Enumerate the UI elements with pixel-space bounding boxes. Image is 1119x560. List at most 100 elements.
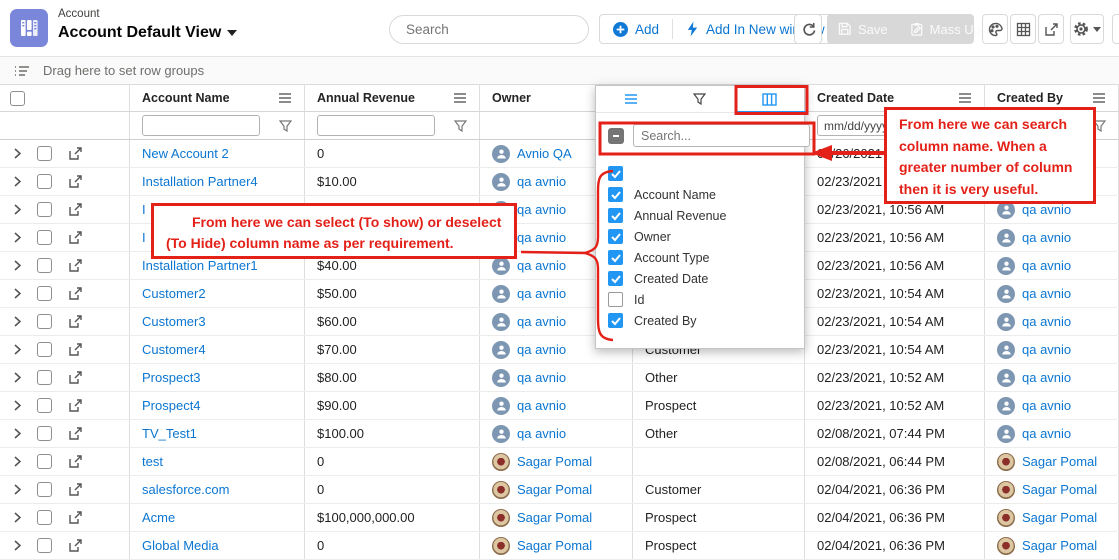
open-record-icon[interactable] bbox=[68, 286, 83, 301]
owner-link[interactable]: qa avnio bbox=[517, 398, 566, 413]
row-checkbox[interactable] bbox=[37, 538, 52, 553]
account-name-link[interactable]: Customer2 bbox=[142, 286, 206, 301]
column-checkbox[interactable] bbox=[608, 208, 623, 223]
row-checkbox[interactable] bbox=[37, 510, 52, 525]
settings-button[interactable] bbox=[1070, 14, 1104, 44]
account-name-link[interactable]: test bbox=[142, 454, 163, 469]
created-by-link[interactable]: Sagar Pomal bbox=[1022, 538, 1097, 553]
owner-link[interactable]: Sagar Pomal bbox=[517, 510, 592, 525]
owner-link[interactable]: qa avnio bbox=[517, 174, 566, 189]
created-by-link[interactable]: qa avnio bbox=[1022, 230, 1071, 245]
expand-chevron-icon[interactable] bbox=[14, 400, 21, 411]
row-checkbox[interactable] bbox=[37, 286, 52, 301]
open-record-icon[interactable] bbox=[68, 342, 83, 357]
expand-chevron-icon[interactable] bbox=[14, 232, 21, 243]
owner-link[interactable]: qa avnio bbox=[517, 370, 566, 385]
owner-link[interactable]: Avnio QA bbox=[517, 146, 572, 161]
expand-chevron-icon[interactable] bbox=[14, 372, 21, 383]
created-by-link[interactable]: Sagar Pomal bbox=[1022, 482, 1097, 497]
open-record-icon[interactable] bbox=[68, 398, 83, 413]
column-checkbox[interactable] bbox=[608, 229, 623, 244]
expand-chevron-icon[interactable] bbox=[14, 456, 21, 467]
save-button[interactable]: Save bbox=[827, 22, 899, 37]
owner-link[interactable]: qa avnio bbox=[517, 286, 566, 301]
column-checkbox[interactable] bbox=[608, 313, 623, 328]
account-name-link[interactable]: Installation Partner1 bbox=[142, 258, 258, 273]
filter-annual-revenue-input[interactable] bbox=[317, 115, 435, 136]
popup-filter-tab[interactable] bbox=[665, 86, 734, 112]
row-checkbox[interactable] bbox=[37, 258, 52, 273]
column-list-item[interactable] bbox=[608, 163, 804, 184]
filter-funnel-icon[interactable] bbox=[279, 120, 292, 132]
expand-chevron-icon[interactable] bbox=[14, 204, 21, 215]
row-checkbox[interactable] bbox=[37, 202, 52, 217]
column-list-item[interactable]: Account Type bbox=[608, 247, 804, 268]
row-checkbox[interactable] bbox=[37, 426, 52, 441]
account-name-link[interactable]: I bbox=[142, 202, 146, 217]
popup-columns-tab[interactable] bbox=[735, 86, 804, 112]
column-list-item[interactable]: Account Name bbox=[608, 184, 804, 205]
column-checkbox[interactable] bbox=[608, 292, 623, 307]
owner-link[interactable]: qa avnio bbox=[517, 258, 566, 273]
column-list-item[interactable]: Owner bbox=[608, 226, 804, 247]
row-checkbox[interactable] bbox=[37, 174, 52, 189]
open-record-icon[interactable] bbox=[68, 146, 83, 161]
popup-menu-tab[interactable] bbox=[596, 86, 665, 112]
expand-chevron-icon[interactable] bbox=[14, 428, 21, 439]
owner-link[interactable]: qa avnio bbox=[517, 230, 566, 245]
row-checkbox[interactable] bbox=[37, 482, 52, 497]
open-record-icon[interactable] bbox=[68, 174, 83, 189]
column-menu-icon[interactable] bbox=[958, 92, 972, 104]
account-name-link[interactable]: Customer4 bbox=[142, 342, 206, 357]
column-header-annual-revenue[interactable]: Annual Revenue bbox=[305, 85, 480, 111]
open-record-icon[interactable] bbox=[68, 454, 83, 469]
column-checkbox[interactable] bbox=[608, 250, 623, 265]
column-menu-icon[interactable] bbox=[453, 92, 467, 104]
created-by-link[interactable]: qa avnio bbox=[1022, 426, 1071, 441]
column-menu-icon[interactable] bbox=[278, 92, 292, 104]
row-checkbox[interactable] bbox=[37, 342, 52, 357]
account-name-link[interactable]: I bbox=[142, 230, 146, 245]
row-checkbox[interactable] bbox=[37, 314, 52, 329]
row-checkbox[interactable] bbox=[37, 454, 52, 469]
created-by-link[interactable]: Sagar Pomal bbox=[1022, 454, 1097, 469]
expand-chevron-icon[interactable] bbox=[14, 148, 21, 159]
open-record-icon[interactable] bbox=[68, 258, 83, 273]
column-list-item[interactable]: Annual Revenue bbox=[608, 205, 804, 226]
expand-chevron-icon[interactable] bbox=[14, 260, 21, 271]
expand-chevron-icon[interactable] bbox=[14, 316, 21, 327]
row-checkbox[interactable] bbox=[37, 370, 52, 385]
column-checkbox[interactable] bbox=[608, 166, 623, 181]
open-record-icon[interactable] bbox=[68, 370, 83, 385]
created-by-link[interactable]: qa avnio bbox=[1022, 370, 1071, 385]
created-by-link[interactable]: qa avnio bbox=[1022, 202, 1071, 217]
search-input[interactable] bbox=[406, 22, 583, 37]
account-name-link[interactable]: salesforce.com bbox=[142, 482, 229, 497]
created-by-link[interactable]: qa avnio bbox=[1022, 258, 1071, 273]
table-density-button[interactable] bbox=[1010, 14, 1036, 44]
expand-chevron-icon[interactable] bbox=[14, 344, 21, 355]
column-search-input[interactable] bbox=[633, 124, 810, 147]
open-record-icon[interactable] bbox=[68, 510, 83, 525]
filter-account-name-input[interactable] bbox=[142, 115, 260, 136]
expand-chevron-icon[interactable] bbox=[14, 484, 21, 495]
account-name-link[interactable]: Prospect3 bbox=[142, 370, 201, 385]
created-by-link[interactable]: qa avnio bbox=[1022, 398, 1071, 413]
toggle-all-columns-checkbox[interactable] bbox=[608, 128, 624, 144]
open-record-icon[interactable] bbox=[68, 482, 83, 497]
account-name-link[interactable]: Acme bbox=[142, 510, 175, 525]
column-menu-icon[interactable] bbox=[1092, 92, 1106, 104]
owner-link[interactable]: qa avnio bbox=[517, 314, 566, 329]
account-name-link[interactable]: Global Media bbox=[142, 538, 219, 553]
open-external-button[interactable] bbox=[1038, 14, 1064, 44]
created-by-link[interactable]: qa avnio bbox=[1022, 314, 1071, 329]
open-record-icon[interactable] bbox=[68, 314, 83, 329]
column-list-item[interactable]: Id bbox=[608, 289, 804, 310]
toolbar-overflow-button[interactable] bbox=[1112, 14, 1119, 44]
open-record-icon[interactable] bbox=[68, 426, 83, 441]
owner-link[interactable]: Sagar Pomal bbox=[517, 538, 592, 553]
column-list-item[interactable]: Created Date bbox=[608, 268, 804, 289]
owner-link[interactable]: qa avnio bbox=[517, 426, 566, 441]
view-title-dropdown[interactable]: Account Default View bbox=[58, 24, 237, 42]
column-header-account-name[interactable]: Account Name bbox=[130, 85, 305, 111]
